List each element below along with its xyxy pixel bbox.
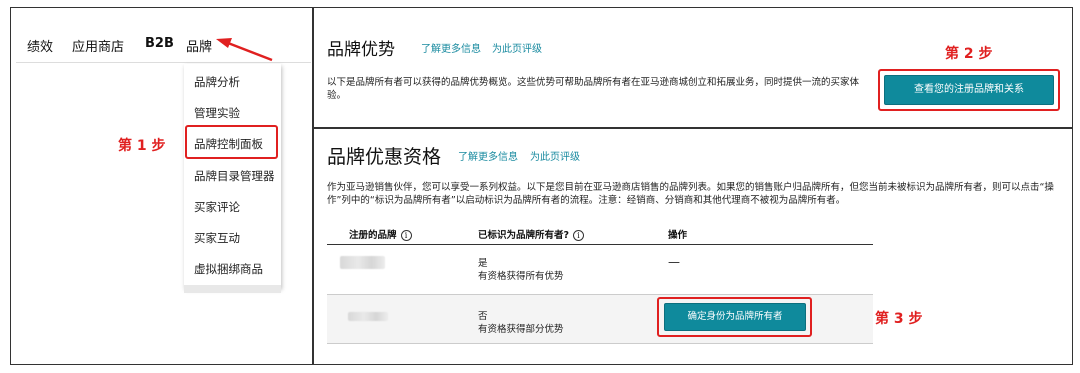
nav-item-performance[interactable]: 绩效 [27, 36, 53, 55]
menu-item-customer-reviews[interactable]: 买家评论 [194, 199, 240, 215]
brand-benefits-title: 品牌优势 [327, 40, 395, 60]
dropdown-footer [184, 285, 281, 293]
owner-status-cell: 否 [478, 311, 488, 322]
brand-benefits-learn-more-link[interactable]: 了解更多信息 [421, 40, 481, 55]
eligibility-cell: 有资格获得所有优势 [478, 271, 564, 282]
table-row [327, 245, 873, 294]
col-header-registered-brand-label: 注册的品牌 [349, 230, 397, 241]
info-icon[interactable]: i [573, 230, 585, 241]
step1-label: 第 1 步 [118, 138, 166, 154]
nav-item-appstore[interactable]: 应用商店 [72, 36, 124, 55]
step2-highlight-box [878, 69, 1060, 111]
brand-benefits-rate-link[interactable]: 为此页评级 [492, 40, 542, 55]
col-header-action: 操作 [668, 230, 688, 241]
step3-label: 第 3 步 [875, 311, 923, 327]
step3-highlight-box [657, 297, 812, 337]
brand-eligibility-rate-link[interactable]: 为此页评级 [530, 148, 580, 163]
red-arrow-icon [216, 38, 273, 62]
redacted-brand-name [348, 312, 388, 321]
step2-label: 第 2 步 [945, 46, 993, 62]
table-bottom-border [327, 343, 873, 344]
eligibility-cell: 有资格获得部分优势 [478, 324, 564, 335]
menu-item-brand-catalog-manager[interactable]: 品牌目录管理器 [194, 168, 275, 184]
nav-item-b2b[interactable]: B2B [145, 36, 174, 51]
col-header-identified-owner: 已标识为品牌所有者? i [478, 227, 585, 241]
menu-item-brand-analytics[interactable]: 品牌分析 [194, 74, 240, 90]
brand-benefits-description: 以下是品牌所有者可以获得的品牌优势概览。这些优势可帮助品牌所有者在亚马逊商城创立… [327, 77, 860, 101]
brand-eligibility-learn-more-link[interactable]: 了解更多信息 [458, 148, 518, 163]
nav-item-brand[interactable]: 品牌 [186, 36, 212, 55]
info-icon[interactable]: i [400, 230, 412, 241]
nav-underline [16, 62, 311, 63]
panel-divider-vertical [312, 7, 314, 365]
brand-eligibility-title: 品牌优惠资格 [327, 146, 442, 168]
owner-status-cell: 是 [478, 258, 488, 269]
menu-item-virtual-bundles[interactable]: 虚拟捆绑商品 [194, 261, 263, 277]
panel-divider-horizontal [313, 127, 1073, 129]
menu-item-customer-engagement[interactable]: 买家互动 [194, 230, 240, 246]
action-cell-empty: — [668, 255, 680, 269]
col-header-registered-brand: 注册的品牌 i [349, 227, 412, 241]
step1-highlight-box [185, 125, 278, 159]
col-header-identified-owner-label: 已标识为品牌所有者? [478, 230, 570, 241]
redacted-brand-name [340, 256, 385, 269]
menu-item-manage-experiments[interactable]: 管理实验 [194, 105, 240, 121]
brand-eligibility-description: 作为亚马逊销售伙伴，您可以享受一系列权益。以下是您目前在亚马逊商店销售的品牌列表… [327, 182, 1054, 206]
